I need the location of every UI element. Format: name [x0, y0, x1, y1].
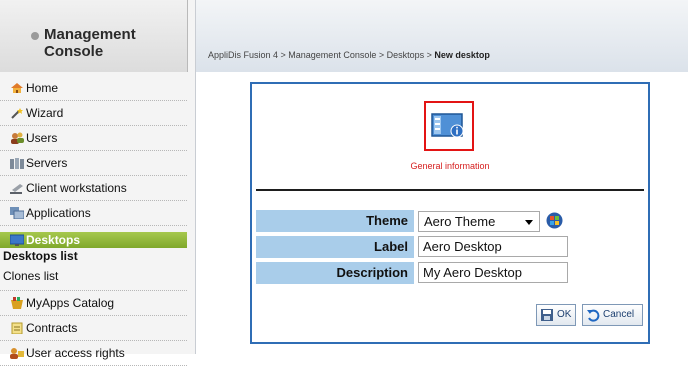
sidebar-item-wizard[interactable]: Wizard — [0, 101, 187, 126]
sidebar-item-client-workstations[interactable]: Client workstations — [0, 176, 187, 201]
description-input[interactable]: My Aero Desktop — [418, 262, 568, 283]
undo-icon — [587, 309, 600, 322]
sidebar-title: Management Console — [44, 26, 136, 60]
save-icon — [541, 309, 553, 321]
new-desktop-panel: General information Theme Aero Theme Lab… — [250, 82, 650, 344]
divider — [256, 189, 644, 191]
cancel-button-label: Cancel — [603, 309, 635, 320]
theme-select[interactable]: Aero Theme — [418, 211, 540, 232]
sidebar-item-label: Applications — [26, 206, 91, 220]
desktops-submenu: Desktops list Clones list — [0, 248, 187, 291]
contracts-icon — [11, 322, 23, 334]
breadcrumb: AppliDis Fusion 4 > Management Console >… — [208, 50, 490, 60]
workstation-icon — [10, 184, 23, 194]
ok-button[interactable]: OK — [536, 304, 576, 326]
servers-icon — [10, 158, 24, 169]
sidebar-item-label: Client workstations — [26, 181, 127, 195]
general-information-label: General information — [410, 161, 490, 171]
sidebar-item-label: Home — [26, 81, 59, 95]
catalog-icon — [11, 297, 23, 309]
desktops-list-link[interactable]: Desktops list — [0, 248, 187, 266]
sidebar-item-contracts[interactable]: Contracts — [0, 316, 187, 341]
description-label: Description — [256, 262, 414, 284]
sidebar-item-label: Servers — [26, 156, 68, 170]
clones-list-link[interactable]: Clones list — [0, 266, 187, 286]
sidebar-item-label: MyApps Catalog — [26, 296, 115, 310]
general-information-tab[interactable] — [424, 101, 474, 151]
theme-label: Theme — [256, 210, 414, 232]
sidebar-item-label: Users — [26, 131, 58, 145]
desktop-info-icon — [431, 113, 464, 138]
sidebar-header: Management Console — [0, 0, 188, 72]
sidebar-item-servers[interactable]: Servers — [0, 151, 187, 176]
sidebar-item-label: Contracts — [26, 321, 78, 335]
access-rights-icon — [10, 348, 24, 359]
sidebar-item-applications[interactable]: Applications — [0, 201, 187, 226]
label-input[interactable]: Aero Desktop — [418, 236, 568, 257]
sidebar: Management Console Home Wizard Users Ser… — [0, 0, 196, 366]
wand-icon — [11, 108, 23, 119]
desktops-icon — [10, 234, 24, 246]
sidebar-item-label: Desktops — [26, 233, 81, 247]
nav-menu: Home Wizard Users Servers Client worksta… — [0, 76, 187, 366]
ok-button-label: OK — [557, 309, 572, 320]
sidebar-item-label: Wizard — [26, 106, 64, 120]
bullet-icon — [31, 32, 39, 40]
users-icon — [11, 132, 24, 144]
sidebar-item-desktops[interactable]: Desktops — [0, 232, 187, 248]
label-label: Label — [256, 236, 414, 258]
applications-icon — [10, 207, 24, 219]
cancel-button[interactable]: Cancel — [582, 304, 643, 326]
home-icon — [11, 83, 23, 93]
windows-logo-icon — [546, 212, 563, 229]
theme-select-value: Aero Theme — [424, 214, 496, 229]
sidebar-item-users[interactable]: Users — [0, 126, 187, 151]
sidebar-item-myapps-catalog[interactable]: MyApps Catalog — [0, 291, 187, 316]
sidebar-item-home[interactable]: Home — [0, 76, 187, 101]
chevron-down-icon — [525, 220, 533, 225]
breadcrumb-current: New desktop — [434, 50, 490, 60]
header-bar: AppliDis Fusion 4 > Management Console >… — [196, 0, 688, 72]
sidebar-item-label: User access rights — [26, 346, 125, 360]
breadcrumb-path: AppliDis Fusion 4 > Management Console >… — [208, 50, 435, 60]
